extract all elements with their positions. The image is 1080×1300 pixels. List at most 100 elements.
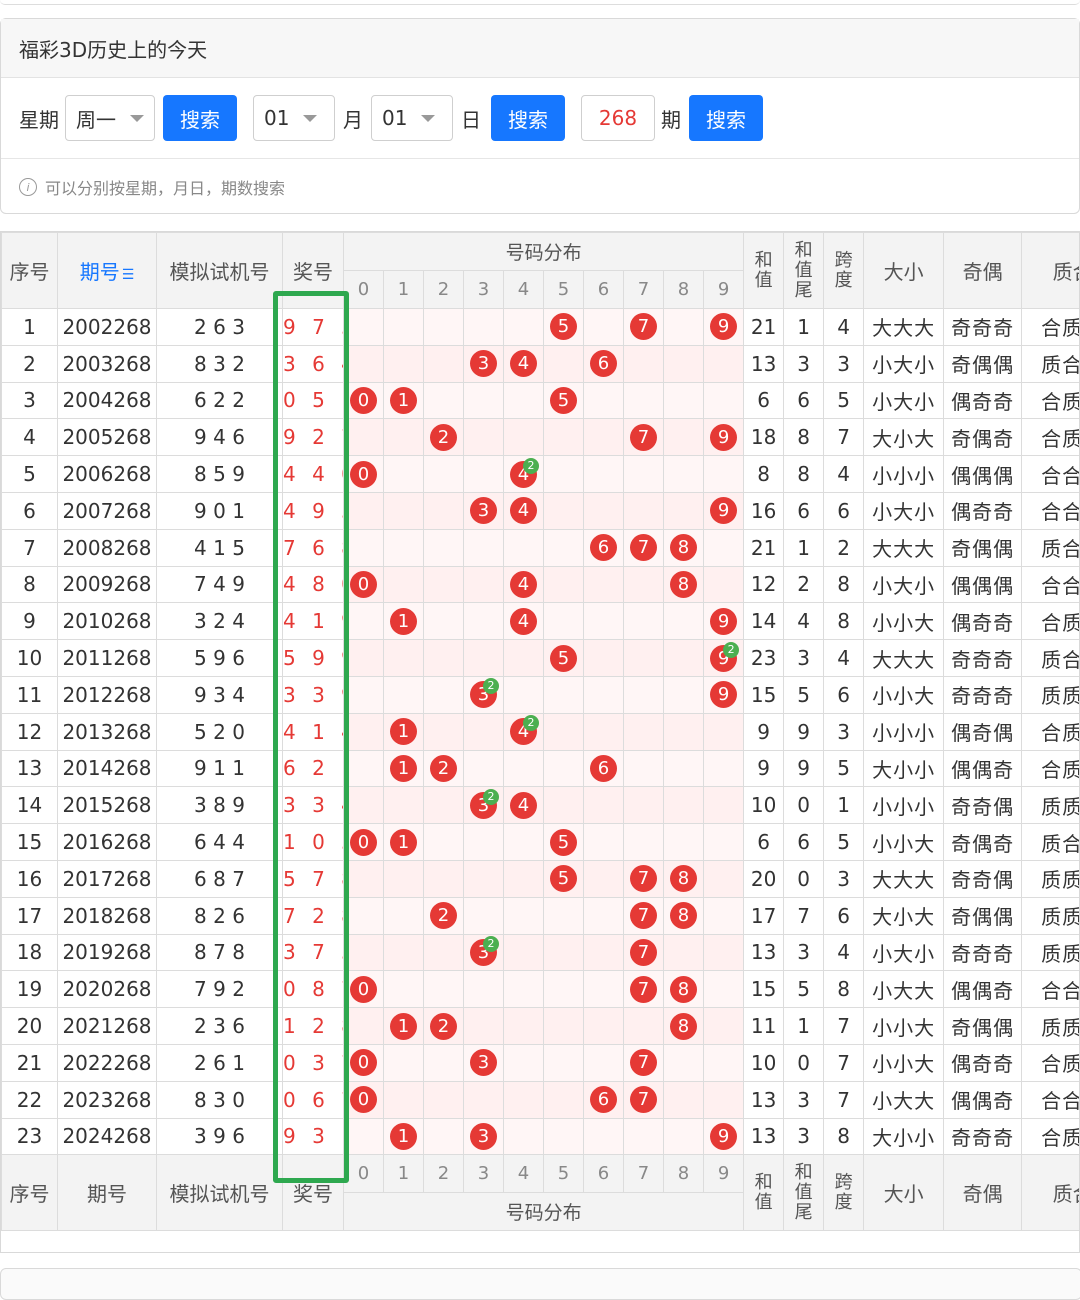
distribution-cell: [704, 713, 744, 750]
history-table-container[interactable]: 序号 期号☰ 模拟试机号 奖号 号码分布 和值 和值尾 跨度 大小 奇偶 质合 …: [0, 231, 1080, 1253]
distribution-cell: [504, 640, 544, 677]
distribution-cell: 3: [464, 1118, 504, 1155]
digit-ball: 8: [670, 902, 697, 929]
header-period-sortable[interactable]: 期号☰: [58, 233, 157, 309]
search-hint: i 可以分别按星期，月日，期数搜索: [1, 159, 1079, 215]
header-seq: 序号: [2, 233, 58, 309]
digit-ball: 0: [350, 571, 377, 598]
row-period: 2010268: [58, 603, 157, 640]
day-select[interactable]: 01: [371, 95, 453, 141]
row-sum-tail: 3: [784, 345, 824, 382]
row-prime: 质质合: [1022, 787, 1080, 824]
row-win-number: 7 2 8: [283, 897, 344, 934]
row-sim-number: 9 3 4: [157, 676, 283, 713]
header-sum-tail: 和值尾: [784, 233, 824, 309]
row-span: 5: [824, 824, 864, 861]
weekday-search-button[interactable]: 搜索: [163, 95, 237, 141]
distribution-cell: 8: [664, 897, 704, 934]
row-prime: 质合合: [1022, 345, 1080, 382]
distribution-cell: [584, 676, 624, 713]
row-seq: 4: [2, 419, 58, 456]
footer-distribution: 号码分布: [344, 1193, 744, 1231]
digit-ball: 0: [350, 461, 377, 488]
distribution-cell: [344, 640, 384, 677]
distribution-cell: [344, 345, 384, 382]
row-size: 小大小: [864, 492, 944, 529]
header-digit: 8: [664, 271, 704, 309]
row-period: 2009268: [58, 566, 157, 603]
day-value: 01: [382, 106, 407, 130]
distribution-cell: [344, 787, 384, 824]
distribution-cell: 4: [504, 345, 544, 382]
row-sim-number: 3 2 4: [157, 603, 283, 640]
distribution-cell: [664, 676, 704, 713]
row-sim-number: 3 8 9: [157, 787, 283, 824]
month-value: 01: [264, 106, 289, 130]
row-size: 大小大: [864, 419, 944, 456]
sort-icon[interactable]: ☰: [122, 267, 135, 283]
table-row: 2220232688 3 00 6 70671337小大大偶偶奇合合质: [2, 1081, 1080, 1118]
row-sim-number: 8 5 9: [157, 456, 283, 493]
header-span: 跨度: [824, 233, 864, 309]
distribution-cell: [704, 345, 744, 382]
row-win-number: 4 8 0: [283, 566, 344, 603]
distribution-cell: 2: [424, 1008, 464, 1045]
distribution-cell: 5: [544, 824, 584, 861]
digit-ball: 7: [630, 1049, 657, 1076]
distribution-cell: [424, 860, 464, 897]
distribution-cell: 6: [584, 345, 624, 382]
month-select[interactable]: 01: [253, 95, 335, 141]
row-sum-tail: 4: [784, 603, 824, 640]
distribution-cell: [624, 1008, 664, 1045]
row-period: 2016268: [58, 824, 157, 861]
digit-ball: 9: [710, 608, 737, 635]
distribution-cell: 0: [344, 566, 384, 603]
row-size: 小大小: [864, 345, 944, 382]
distribution-cell: [504, 750, 544, 787]
footer-digit: 5: [544, 1155, 584, 1193]
distribution-cell: [464, 640, 504, 677]
distribution-cell: [704, 566, 744, 603]
distribution-cell: [664, 713, 704, 750]
row-parity: 偶偶奇: [944, 1081, 1022, 1118]
distribution-cell: 7: [624, 971, 664, 1008]
row-sum: 15: [744, 971, 784, 1008]
row-size: 大大大: [864, 309, 944, 346]
row-sim-number: 5 9 6: [157, 640, 283, 677]
weekday-select[interactable]: 周一: [65, 95, 155, 141]
repeat-badge: 2: [523, 458, 539, 474]
footer-win: 奖号: [283, 1155, 344, 1231]
repeat-badge: 2: [483, 789, 499, 805]
row-parity: 偶偶奇: [944, 971, 1022, 1008]
row-prime: 合合质: [1022, 971, 1080, 1008]
row-period: 2005268: [58, 419, 157, 456]
table-row: 620072689 0 14 9 33491666小大小偶奇奇合合质: [2, 492, 1080, 529]
distribution-cell: [584, 492, 624, 529]
digit-ball: 2: [430, 902, 457, 929]
row-size: 小小小: [864, 787, 944, 824]
digit-ball: 0: [350, 387, 377, 414]
period-input[interactable]: 268: [581, 95, 655, 141]
row-sim-number: 8 2 6: [157, 897, 283, 934]
distribution-cell: [544, 971, 584, 1008]
distribution-cell: [624, 676, 664, 713]
row-prime: 合质质: [1022, 382, 1080, 419]
row-win-number: 5 9 9: [283, 640, 344, 677]
row-sim-number: 7 4 9: [157, 566, 283, 603]
period-search-button[interactable]: 搜索: [689, 95, 763, 141]
row-period: 2014268: [58, 750, 157, 787]
distribution-cell: [464, 713, 504, 750]
digit-ball: 9: [710, 424, 737, 451]
digit-ball: 1: [390, 608, 417, 635]
distribution-cell: 0: [344, 456, 384, 493]
row-size: 小小大: [864, 676, 944, 713]
date-search-button[interactable]: 搜索: [491, 95, 565, 141]
footer-digit: 6: [584, 1155, 624, 1193]
footer-digit: 4: [504, 1155, 544, 1193]
row-sum: 8: [744, 456, 784, 493]
row-size: 小小小: [864, 713, 944, 750]
distribution-cell: [544, 750, 584, 787]
distribution-cell: [664, 309, 704, 346]
distribution-cell: 1: [384, 713, 424, 750]
row-sum-tail: 2: [784, 566, 824, 603]
